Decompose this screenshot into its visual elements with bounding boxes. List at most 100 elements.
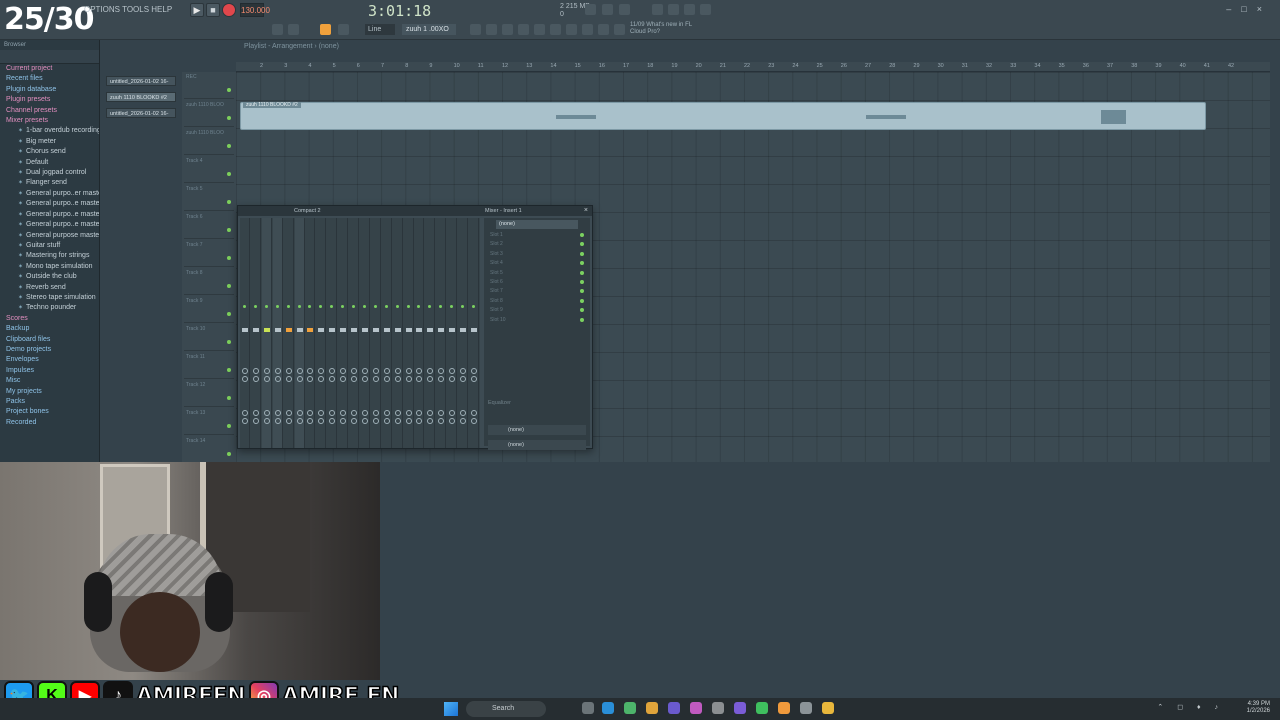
volume-fader[interactable] — [307, 328, 314, 332]
pan-knob[interactable] — [296, 410, 303, 416]
strip-led[interactable] — [352, 305, 355, 308]
preset-item[interactable]: General purpo..e mastering 2 — [0, 199, 99, 209]
pan-knob[interactable] — [449, 376, 456, 382]
browser-toolbar[interactable] — [0, 50, 99, 64]
track-led[interactable] — [227, 256, 231, 260]
browser-folder[interactable]: My projects — [0, 387, 99, 397]
strip-led[interactable] — [286, 305, 290, 308]
browser-folder[interactable]: Mixer presets — [0, 116, 99, 126]
mixer-window[interactable]: Compact 2 Mixer - Insert 1 × (none) Slot… — [237, 205, 593, 450]
app-icon[interactable] — [756, 702, 768, 714]
download-icon[interactable] — [700, 4, 711, 15]
pan-knob[interactable] — [383, 376, 390, 382]
pan-knob[interactable] — [383, 410, 390, 416]
track-led[interactable] — [227, 368, 231, 372]
insert-slot[interactable]: Slot 5 — [484, 269, 590, 278]
strip-led[interactable] — [428, 305, 432, 308]
strip-led[interactable] — [243, 305, 246, 308]
system-tray[interactable]: ⌃ ◻ ♦ ♪ — [1157, 703, 1224, 711]
strip-led[interactable] — [330, 305, 334, 308]
pan-knob[interactable] — [427, 410, 434, 416]
taskbar-search[interactable]: Search — [466, 701, 546, 717]
link-icon[interactable] — [320, 24, 331, 35]
volume-fader[interactable] — [285, 328, 292, 332]
pan-knob[interactable] — [318, 368, 325, 374]
pan-knob[interactable] — [274, 376, 281, 382]
preset-item[interactable]: Stereo tape simulation — [0, 293, 99, 303]
volume-fader[interactable] — [460, 328, 466, 332]
browser-icon[interactable] — [534, 24, 545, 35]
pan-knob[interactable] — [383, 418, 390, 424]
track-header[interactable]: Track 7 — [184, 240, 234, 267]
pan-knob[interactable] — [351, 376, 357, 382]
track-led[interactable] — [227, 144, 231, 148]
volume-fader[interactable] — [274, 328, 281, 332]
strip-led[interactable] — [439, 305, 443, 308]
chrome-icon[interactable] — [646, 702, 658, 714]
pan-knob[interactable] — [405, 410, 412, 416]
pan-knob[interactable] — [329, 418, 336, 424]
tool-icon[interactable] — [338, 24, 349, 35]
pan-knob[interactable] — [405, 368, 412, 374]
pan-knob[interactable] — [460, 376, 466, 382]
pan-knob[interactable] — [285, 376, 292, 382]
preset-item[interactable]: Reverb send — [0, 283, 99, 293]
track-led[interactable] — [227, 228, 231, 232]
mixer-strip[interactable] — [284, 218, 294, 448]
plugin-icon[interactable] — [614, 24, 625, 35]
pan-knob[interactable] — [318, 376, 325, 382]
pan-knob[interactable] — [438, 410, 445, 416]
mixer-strip[interactable] — [338, 218, 349, 448]
preset-item[interactable]: Flanger send — [0, 178, 99, 188]
volume-fader[interactable] — [449, 328, 456, 332]
preset-item[interactable]: General purpose mastering — [0, 231, 99, 241]
output-select[interactable]: (none) — [488, 440, 586, 450]
picker-item[interactable]: untitled_2026-01-02 16- — [106, 108, 176, 118]
pan-knob[interactable] — [460, 410, 466, 416]
close-icon[interactable]: × — [584, 206, 588, 216]
pan-knob[interactable] — [307, 376, 314, 382]
taskbar-clock[interactable]: 4:39 PM 1/2/2026 — [1247, 701, 1270, 715]
track-led[interactable] — [227, 88, 231, 92]
fl-studio-icon[interactable] — [778, 702, 790, 714]
pan-knob[interactable] — [449, 410, 456, 416]
track-header[interactable]: zuuh 1110 BLOO — [184, 128, 234, 155]
pan-knob[interactable] — [449, 368, 456, 374]
mixer-strip[interactable] — [294, 218, 305, 448]
track-led[interactable] — [227, 284, 231, 288]
track-header[interactable]: REC — [184, 72, 234, 99]
pan-knob[interactable] — [372, 368, 379, 374]
preset-item[interactable]: Mono tape simulation — [0, 262, 99, 272]
track-header[interactable]: Track 8 — [184, 268, 234, 295]
play-button[interactable]: ▶ — [190, 3, 204, 17]
pan-knob[interactable] — [340, 376, 347, 382]
track-header[interactable]: Track 5 — [184, 184, 234, 211]
mixer-strip[interactable] — [425, 218, 436, 448]
mixer-strip[interactable] — [327, 218, 338, 448]
mixer-strip[interactable] — [371, 218, 381, 448]
browser-folder[interactable]: Backup — [0, 324, 99, 334]
strip-led[interactable] — [417, 305, 421, 308]
mixer-strip[interactable] — [414, 218, 425, 448]
volume-fader[interactable] — [329, 328, 336, 332]
strip-led[interactable] — [373, 305, 377, 308]
browser-folder[interactable]: Scores — [0, 314, 99, 324]
track-header[interactable]: Track 11 — [184, 352, 234, 379]
pan-knob[interactable] — [427, 368, 434, 374]
pan-knob[interactable] — [329, 368, 336, 374]
pan-knob[interactable] — [263, 410, 270, 416]
track-header[interactable]: Track 9 — [184, 296, 234, 323]
volume-fader[interactable] — [340, 328, 347, 332]
pan-knob[interactable] — [394, 410, 401, 416]
tempo-display[interactable]: 130.000 — [240, 3, 270, 17]
track-led[interactable] — [227, 172, 231, 176]
edge-icon[interactable] — [602, 702, 614, 714]
pan-knob[interactable] — [438, 418, 445, 424]
mixer-strip[interactable] — [458, 218, 468, 448]
preset-item[interactable]: 1-bar overdub recording — [0, 126, 99, 136]
app-icon[interactable] — [624, 702, 636, 714]
pan-knob[interactable] — [470, 376, 477, 382]
pan-knob[interactable] — [405, 418, 412, 424]
volume-fader[interactable] — [470, 328, 477, 332]
mixer-strip[interactable] — [382, 218, 392, 448]
